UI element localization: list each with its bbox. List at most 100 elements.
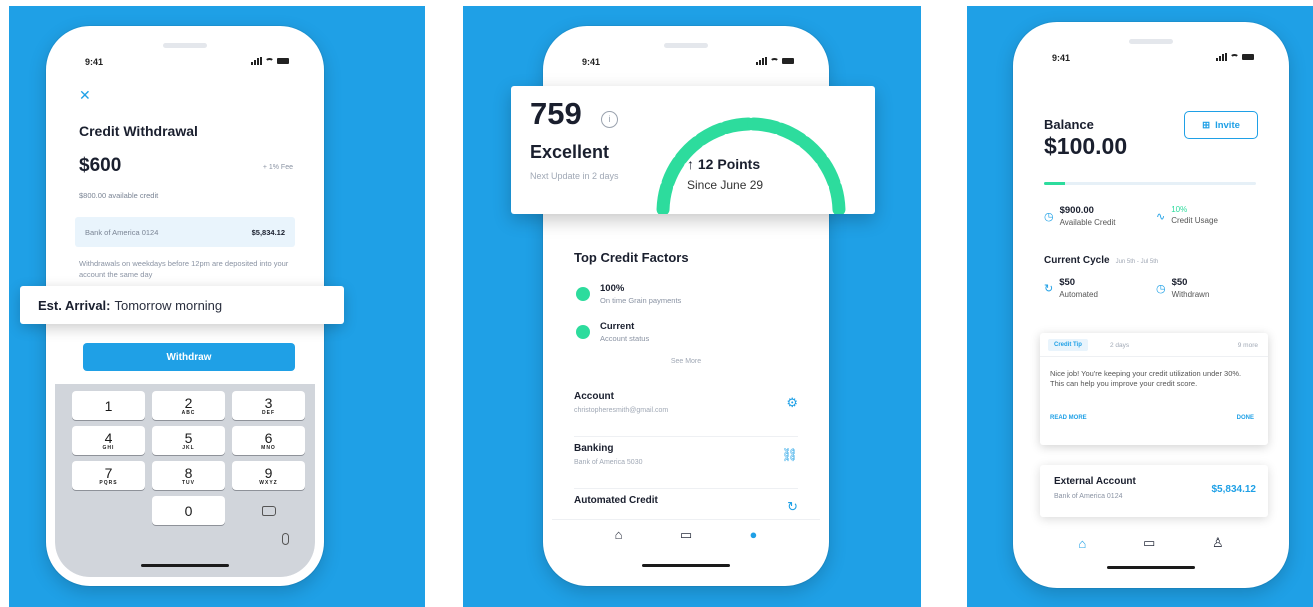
factor-label: Account status [600, 334, 650, 343]
key-4[interactable]: 4 GHI [72, 426, 145, 455]
bank-account-selector[interactable]: Bank of America 0124 $5,834.12 [75, 217, 295, 247]
estimated-arrival-card: Est. Arrival: Tomorrow morning [20, 286, 344, 324]
tip-more[interactable]: 9 more [1238, 342, 1258, 349]
key-letters: ABC [181, 409, 196, 416]
stat-label: Available Credit [1059, 218, 1116, 227]
key-backspace[interactable] [232, 496, 305, 525]
key-5[interactable]: 5 JKL [152, 426, 225, 455]
wifi-icon [770, 57, 779, 65]
tip-body: Nice job! You're keeping your credit uti… [1050, 369, 1242, 388]
next-update: Next Update in 2 days [530, 171, 619, 181]
key-number: 8 [184, 464, 193, 481]
numeric-keypad: 1 2 ABC 3 DEF 4 GHI 5 JKL 6 MNO 7 PQRS 8 TUV 9W… [55, 384, 315, 577]
card-icon[interactable]: ▭ [1143, 535, 1155, 551]
stat-value: $50 [1171, 277, 1188, 288]
withdrawal-amount: $600 [79, 155, 122, 176]
home-indicator [642, 564, 730, 567]
key-8[interactable]: 8 TUV [152, 461, 225, 490]
row-title: Account [574, 391, 614, 402]
microphone-icon[interactable] [282, 533, 289, 545]
key-letters: WXYZ [259, 479, 278, 486]
wifi-icon [265, 57, 274, 65]
balance-label: Balance [1044, 117, 1094, 132]
see-more-link[interactable]: See More [552, 358, 820, 365]
home-indicator [1107, 566, 1195, 569]
speaker-grille [163, 43, 207, 48]
tab-bar: ⌂ ▭ ● [552, 519, 820, 549]
section-title: Top Credit Factors [574, 250, 689, 265]
read-more-link[interactable]: READ MORE [1050, 415, 1087, 421]
key-number: 1 [104, 397, 113, 414]
ext-account-bank: Bank of America 0124 [1054, 493, 1123, 500]
gauge-segment [774, 122, 808, 146]
invite-button[interactable]: ⊞ Invite [1184, 111, 1258, 139]
stat-value: 10% [1171, 205, 1188, 214]
settings-row-banking[interactable]: Banking Bank of America 5030 ⛓ [574, 439, 798, 489]
bank-name: Bank of America 0124 [85, 227, 159, 237]
profile-icon[interactable]: ♙ [1212, 535, 1224, 551]
profile-icon[interactable]: ● [749, 527, 757, 542]
key-number: 9 [264, 464, 273, 481]
key-number: 5 [184, 429, 193, 446]
stat-value: $900.00 [1059, 205, 1094, 216]
settings-row-account[interactable]: Account christopheresmith@gmail.com ⚙ [574, 387, 798, 437]
close-icon[interactable]: ✕ [79, 87, 91, 104]
status-icons [251, 57, 289, 65]
factor-value: 100% [600, 283, 625, 294]
row-title: Automated Credit [574, 495, 658, 506]
key-letters: MNO [261, 444, 276, 451]
credit-factor: 100% On time Grain payments [576, 283, 681, 305]
cycle-label: Current Cycle [1044, 255, 1110, 266]
credit-usage-progress [1044, 182, 1256, 185]
gift-icon: ⊞ [1202, 119, 1211, 131]
key-letters: DEF [262, 409, 275, 416]
balance-value: $100.00 [1044, 133, 1128, 159]
withdraw-button[interactable]: Withdraw [83, 343, 295, 371]
available-credit-stat: ◷ $900.00 Available Credit [1044, 205, 1116, 227]
info-icon[interactable]: i [601, 111, 618, 128]
stat-label: Credit Usage [1171, 216, 1218, 225]
tip-tag: Credit Tip [1048, 339, 1088, 351]
external-account-card[interactable]: External Account Bank of America 0124 $5… [1040, 465, 1268, 517]
signal-icon [251, 57, 262, 65]
key-letters: GHI [102, 444, 115, 451]
status-time: 9:41 [1052, 53, 1071, 63]
key-1[interactable]: 1 [72, 391, 145, 420]
speaker-grille [664, 43, 708, 48]
key-number: 3 [264, 394, 273, 411]
credit-tip-card: Credit Tip 2 days 9 more Nice job! You'r… [1040, 333, 1268, 445]
gauge-segment [656, 180, 674, 214]
key-7[interactable]: 7 PQRS [72, 461, 145, 490]
clock-icon: ◷ [1156, 283, 1166, 295]
home-icon[interactable]: ⌂ [1078, 536, 1086, 551]
phone-frame: 9:41 Balance $100.00 ⊞ Invite ◷ $900.00 … [1013, 22, 1289, 588]
card-icon[interactable]: ▭ [680, 527, 692, 543]
gauge-segment [828, 180, 846, 214]
key-9[interactable]: 9 WXYZ [232, 461, 305, 490]
withdrawn-stat: ◷ $50 Withdrawn [1156, 277, 1209, 299]
automated-stat: ↻ $50 Automated [1044, 277, 1098, 299]
screenshot-panel-balance: 9:41 Balance $100.00 ⊞ Invite ◷ $900.00 … [967, 6, 1313, 607]
cycle-dates: Jun 5th - Jul 5th [1115, 259, 1159, 265]
progress-fill [1044, 182, 1066, 185]
status-dot-icon [576, 325, 590, 339]
key-letters: JKL [182, 444, 195, 451]
ext-account-balance: $5,834.12 [1211, 484, 1257, 495]
done-button[interactable]: DONE [1237, 415, 1254, 421]
key-blank [72, 496, 145, 525]
screenshot-panel-credit-score: 9:41 Top Credit Factors 100% On time Gra… [463, 6, 921, 607]
key-0[interactable]: 0 [152, 496, 225, 525]
gauge-segment [798, 135, 828, 165]
status-icons [1216, 53, 1254, 61]
home-icon[interactable]: ⌂ [615, 527, 623, 542]
credit-score: 759 [530, 96, 582, 131]
key-3[interactable]: 3 DEF [232, 391, 305, 420]
key-2[interactable]: 2 ABC [152, 391, 225, 420]
factor-label: On time Grain payments [600, 296, 682, 305]
clock-icon: ◷ [1044, 211, 1054, 223]
gauge-segment [817, 155, 841, 189]
key-6[interactable]: 6 MNO [232, 426, 305, 455]
arrival-label: Est. Arrival: [38, 297, 111, 313]
backspace-icon [261, 505, 276, 516]
battery-icon [1242, 54, 1254, 60]
